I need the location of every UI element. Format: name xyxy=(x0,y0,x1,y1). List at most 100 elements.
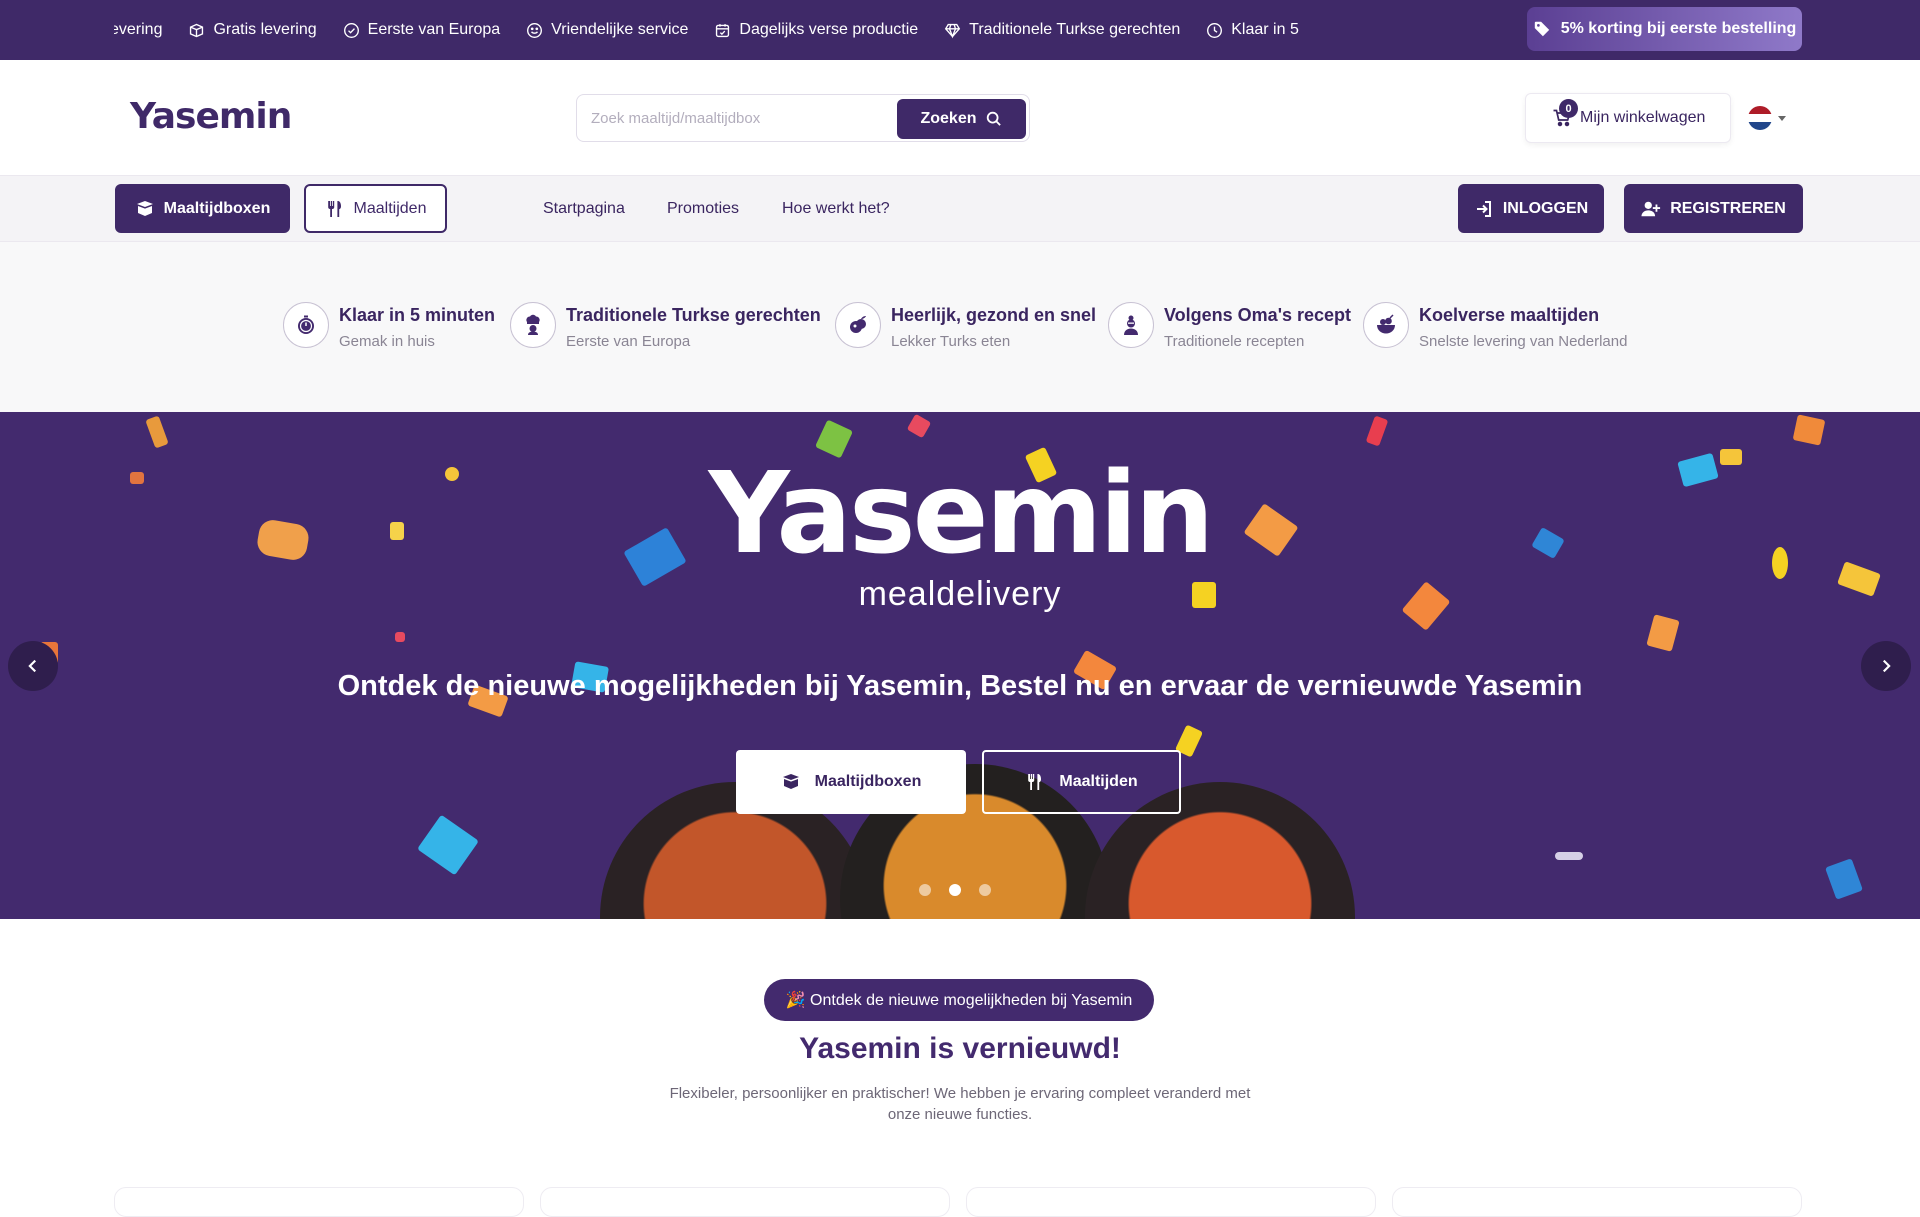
feature-title: Volgens Oma's recept xyxy=(1164,305,1352,325)
announcement-bar: evering Gratis levering Eerste van Europ… xyxy=(0,0,1920,60)
tag-icon xyxy=(1534,21,1549,37)
ticker-item-label: Traditionele Turkse gerechten xyxy=(969,21,1181,38)
cart-count-badge: 0 xyxy=(1559,99,1578,118)
nav-link-promotions[interactable]: Promoties xyxy=(667,200,739,218)
clock-icon xyxy=(1207,22,1223,38)
hero-meal-boxes-label: Maaltijdboxen xyxy=(814,773,922,790)
cart-label: Mijn winkelwagen xyxy=(1580,109,1706,126)
ticker-item: Dagelijks verse productie xyxy=(714,21,918,39)
feature-title: Klaar in 5 minuten xyxy=(339,305,496,325)
ticker-item-label: Klaar in 5 mi xyxy=(1231,21,1304,38)
grandma-icon xyxy=(1108,302,1154,348)
ticker-item-label: Dagelijks verse productie xyxy=(739,21,919,38)
features-strip: Klaar in 5 minuten Gemak in huis Traditi… xyxy=(0,242,1920,412)
register-button[interactable]: REGISTREREN xyxy=(1624,184,1803,233)
feature-title: Traditionele Turkse gerechten xyxy=(566,305,821,325)
stopwatch-icon xyxy=(283,302,329,348)
chevron-right-icon xyxy=(1882,659,1891,673)
sign-in-icon xyxy=(1476,200,1491,217)
vegetables-icon xyxy=(835,302,881,348)
diamond-icon xyxy=(945,23,961,38)
login-label: INLOGGEN xyxy=(1502,199,1589,217)
feature-subtitle: Eerste van Europa xyxy=(566,333,691,350)
hero-meal-boxes-button[interactable]: Maaltijdboxen xyxy=(736,750,966,814)
feature-item: Traditionele Turkse gerechten Eerste van… xyxy=(510,302,821,352)
netherlands-flag-icon xyxy=(1748,106,1772,130)
hero-meals-label: Maaltijden xyxy=(1059,773,1138,790)
ticker-item: Eerste van Europa xyxy=(343,21,501,39)
chevron-down-icon xyxy=(1778,115,1786,121)
salad-bowl-icon xyxy=(1363,302,1409,348)
search-bar: Zoeken xyxy=(576,94,1030,142)
feature-item: Volgens Oma's recept Traditionele recept… xyxy=(1108,302,1351,352)
feature-card xyxy=(1392,1187,1802,1217)
search-button-label: Zoeken xyxy=(920,110,977,127)
login-button[interactable]: INLOGGEN xyxy=(1458,184,1604,233)
search-icon xyxy=(986,111,1001,126)
utensils-icon xyxy=(327,200,341,217)
feature-card xyxy=(540,1187,950,1217)
ticker-item-label: Vriendelijke service xyxy=(551,21,689,38)
carousel-dots xyxy=(919,884,1009,896)
ticker-item: evering xyxy=(114,21,162,39)
smile-icon xyxy=(527,22,543,38)
search-input[interactable] xyxy=(591,103,881,133)
carousel-prev-button[interactable] xyxy=(8,641,58,691)
carousel-dot[interactable] xyxy=(919,884,931,896)
ticker-item: Traditionele Turkse gerechten xyxy=(944,21,1180,39)
ticker-item: Gratis levering xyxy=(188,21,317,39)
hero-logo-tagline: mealdelivery xyxy=(858,575,1062,613)
feature-card xyxy=(966,1187,1376,1217)
hero-logo: Yasemin xyxy=(708,449,1215,579)
announcement-pill: 🎉 Ontdek de nieuwe mogelijkheden bij Yas… xyxy=(764,979,1154,1021)
hero-carousel: Yasemin mealdelivery Ontdek de nieuwe mo… xyxy=(0,412,1920,919)
feature-subtitle: Lekker Turks eten xyxy=(891,333,1011,350)
section-title: Yasemin is vernieuwd! xyxy=(799,1032,1121,1065)
feature-subtitle: Snelste levering van Nederland xyxy=(1419,333,1628,350)
promo-label: 5% korting bij eerste bestelling xyxy=(1560,20,1797,37)
first-order-discount-badge[interactable]: 5% korting bij eerste bestelling xyxy=(1527,7,1802,51)
feature-item: Koelverse maaltijden Snelste levering va… xyxy=(1363,302,1627,352)
chef-icon xyxy=(510,302,556,348)
search-button[interactable]: Zoeken xyxy=(897,99,1026,139)
nav-meals-button[interactable]: Maaltijden xyxy=(304,184,447,233)
box-open-icon xyxy=(782,774,799,789)
feature-title: Heerlijk, gezond en snel xyxy=(891,305,1097,325)
hero-heading: Ontdek de nieuwe mogelijkheden bij Yasem… xyxy=(337,670,1583,702)
feature-title: Koelverse maaltijden xyxy=(1419,305,1600,325)
cart-button[interactable]: Mijn winkelwagen 0 xyxy=(1525,93,1731,143)
nav-link-how-it-works[interactable]: Hoe werkt het? xyxy=(782,200,890,218)
feature-item: Heerlijk, gezond en snel Lekker Turks et… xyxy=(835,302,1096,352)
nav-meals-label: Maaltijden xyxy=(353,199,427,217)
language-selector[interactable] xyxy=(1748,106,1786,130)
chevron-left-icon xyxy=(28,659,37,673)
section-description: Flexibeler, persoonlijker en praktischer… xyxy=(669,1085,1251,1123)
ticker-item-label: Gratis levering xyxy=(213,21,317,38)
carousel-next-button[interactable] xyxy=(1861,641,1911,691)
site-logo[interactable]: Yasemin xyxy=(130,96,292,137)
ticker-item-label: evering xyxy=(114,21,163,38)
user-plus-icon xyxy=(1641,201,1661,216)
calendar-check-icon xyxy=(716,23,730,37)
ticker-item: Vriendelijke service xyxy=(526,21,688,39)
feature-item: Klaar in 5 minuten Gemak in huis xyxy=(283,302,495,352)
announcement-ticker: evering Gratis levering Eerste van Europ… xyxy=(114,0,1304,60)
feature-subtitle: Gemak in huis xyxy=(339,333,435,350)
nav-meal-boxes-label: Maaltijdboxen xyxy=(163,199,271,217)
site-header: Yasemin Zoeken Mijn winkelwagen 0 xyxy=(0,60,1920,175)
utensils-icon xyxy=(1028,774,1042,790)
feature-subtitle: Traditionele recepten xyxy=(1164,333,1305,350)
nav-link-home[interactable]: Startpagina xyxy=(543,200,625,218)
check-circle-icon xyxy=(343,22,359,38)
box-open-icon xyxy=(136,200,153,216)
main-navigation: Maaltijdboxen Maaltijden Startpagina Pro… xyxy=(0,175,1920,242)
carousel-dot[interactable] xyxy=(979,884,991,896)
register-label: REGISTREREN xyxy=(1670,199,1786,217)
nav-meal-boxes-button[interactable]: Maaltijdboxen xyxy=(115,184,290,233)
ticker-item-label: Eerste van Europa xyxy=(367,21,501,38)
feature-card xyxy=(114,1187,524,1217)
hero-meals-button[interactable]: Maaltijden xyxy=(982,750,1181,814)
carousel-dot[interactable] xyxy=(949,884,961,896)
box-icon xyxy=(190,23,204,37)
ticker-item: Klaar in 5 mi xyxy=(1206,21,1304,39)
